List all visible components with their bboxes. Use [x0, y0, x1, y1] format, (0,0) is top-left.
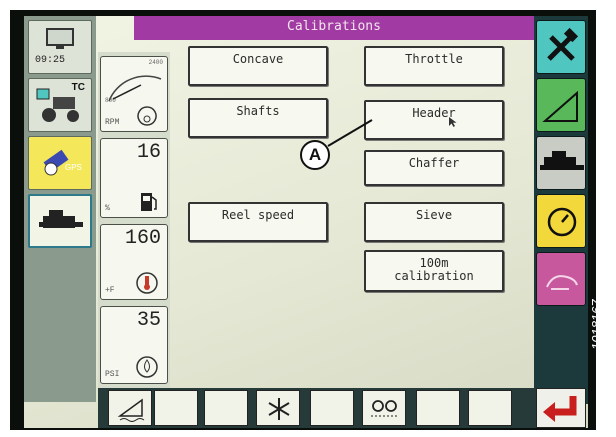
- callout-leader-line: [327, 119, 373, 147]
- callout-a: A: [300, 140, 330, 170]
- document-id: 1018167: [589, 299, 604, 350]
